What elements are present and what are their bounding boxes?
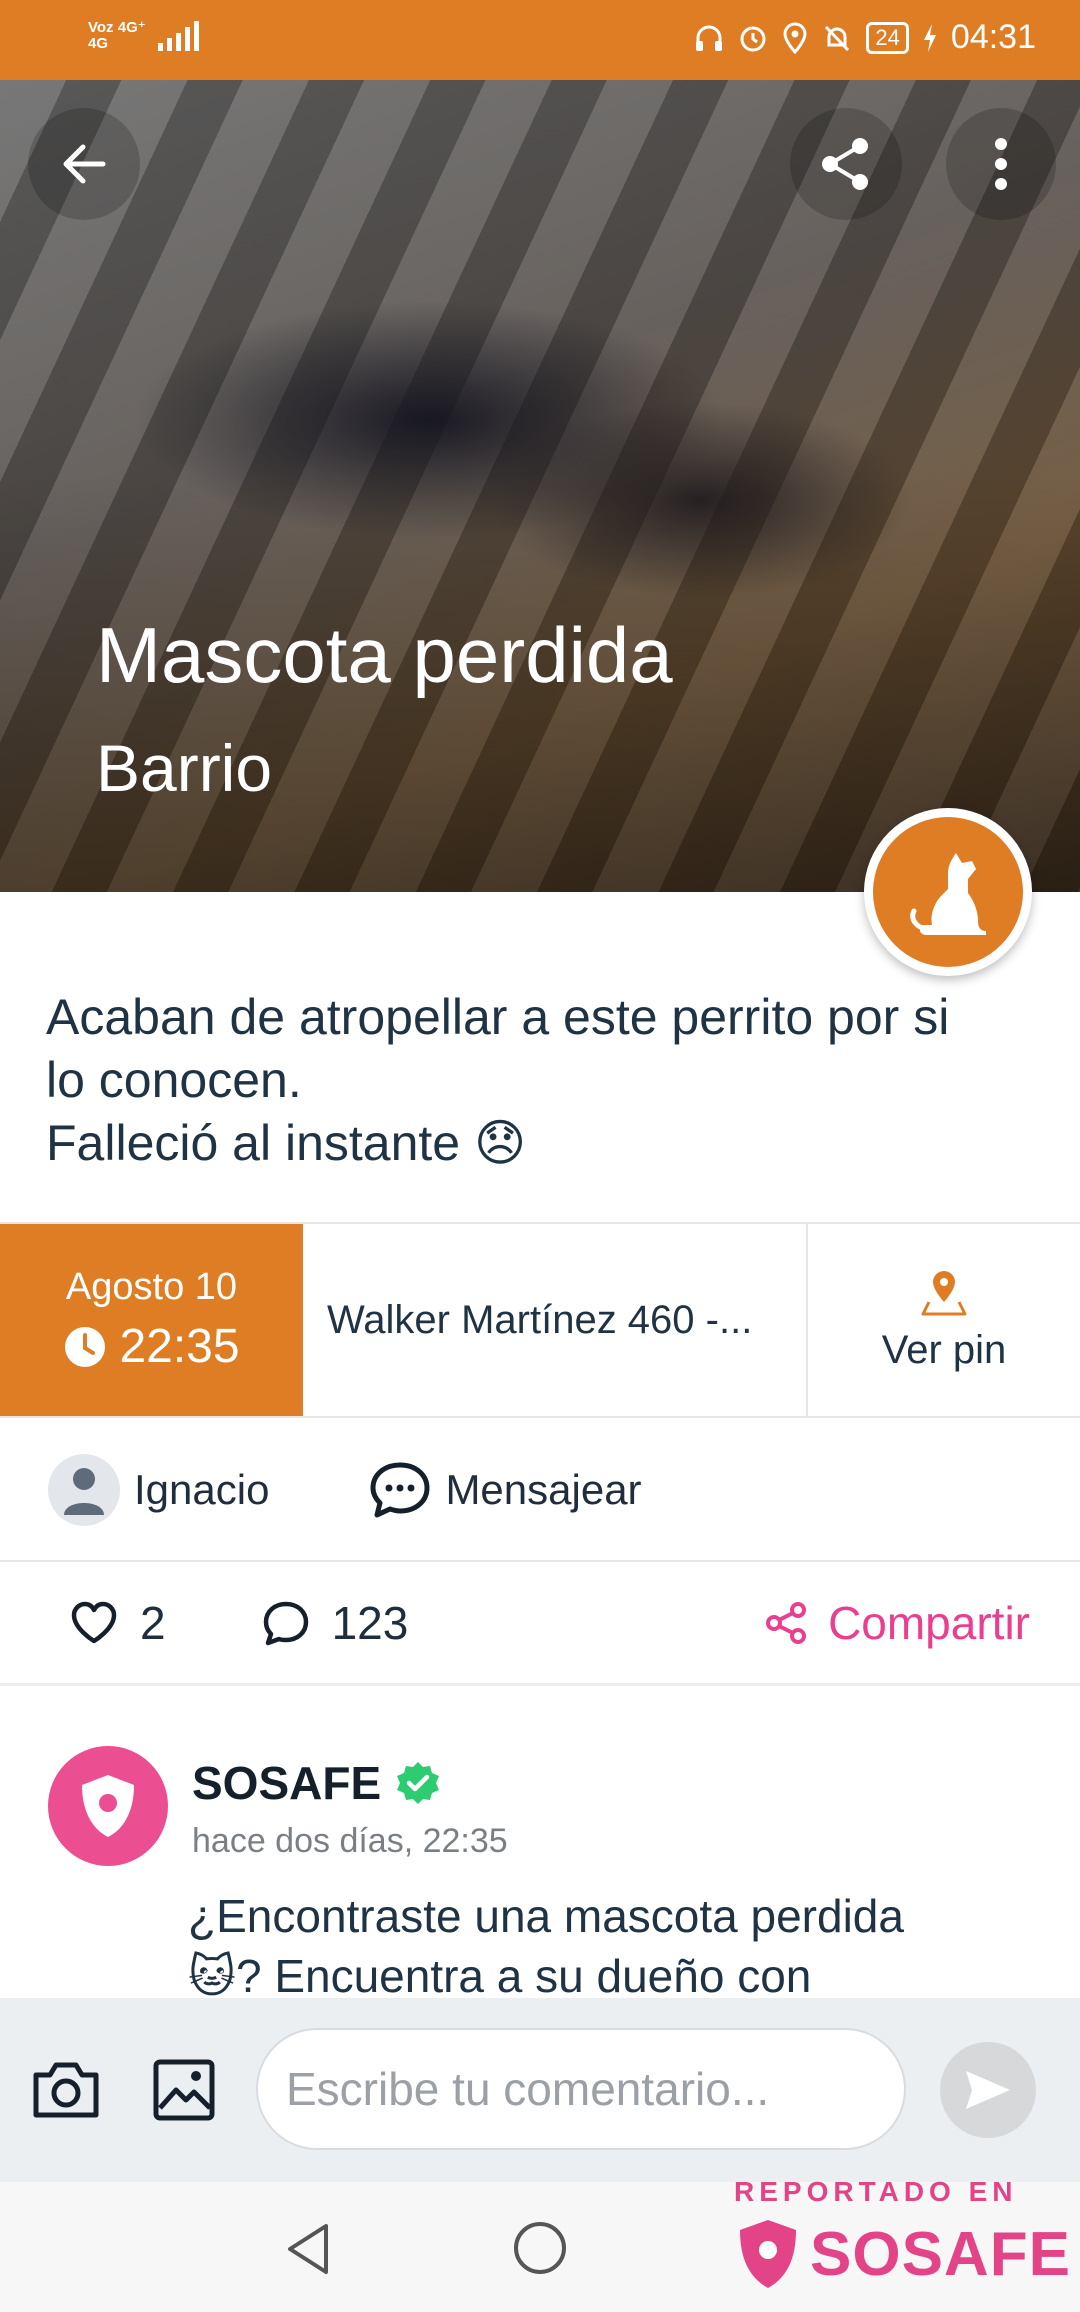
comment-author: SOSAFE — [192, 1756, 441, 1810]
share-label: Compartir — [828, 1596, 1030, 1649]
author-avatar[interactable] — [48, 1454, 120, 1526]
heart-icon — [71, 1601, 117, 1643]
description-line: Acaban de atropellar a este perrito por … — [46, 989, 950, 1045]
sosafe-shield-icon — [82, 1775, 134, 1837]
share-icon — [766, 1601, 807, 1644]
map-pin-icon — [921, 1270, 967, 1315]
comment-count: 123 — [331, 1596, 409, 1649]
comment-input[interactable] — [256, 2028, 906, 2150]
network-label-top: Voz 4G⁺ — [88, 19, 146, 36]
author-name[interactable]: Ignacio — [134, 1466, 269, 1514]
post-info-row: Agosto 10 22:35 Walker Martínez 460 -...… — [0, 1222, 1080, 1418]
comments-button[interactable]: 123 — [262, 1596, 409, 1650]
gallery-button[interactable] — [146, 2052, 222, 2128]
chat-bubble-icon — [370, 1462, 430, 1518]
post-datetime: Agosto 10 22:35 — [0, 1224, 303, 1416]
post-hero-image: Mascota perdida Barrio — [0, 80, 1080, 892]
battery-indicator: 24 — [866, 21, 909, 54]
sosafe-shield-icon — [740, 2220, 796, 2288]
post-description: Acaban de atropellar a este perrito por … — [46, 986, 1036, 1175]
camera-icon — [33, 2062, 99, 2118]
message-label: Mensajear — [445, 1466, 642, 1513]
nav-home-icon[interactable] — [514, 2222, 566, 2274]
clock: 04:31 — [950, 18, 1036, 56]
signal-icon — [157, 21, 199, 51]
share-icon — [822, 138, 868, 190]
post-address[interactable]: Walker Martínez 460 -... — [303, 1224, 808, 1416]
description-line: Falleció al instante 😞 — [46, 1115, 527, 1171]
post-date: Agosto 10 — [65, 1266, 238, 1308]
post-stats-row: 2 123 Compartir — [0, 1562, 1080, 1686]
verified-badge-icon — [397, 1762, 440, 1804]
nav-back-icon[interactable] — [284, 2222, 334, 2276]
mute-bell-icon — [825, 25, 850, 51]
post-location-subtitle: Barrio — [96, 731, 273, 805]
comment-icon — [263, 1601, 308, 1645]
like-count: 2 — [140, 1596, 166, 1649]
more-vertical-icon — [995, 138, 1007, 190]
user-icon — [64, 1468, 104, 1515]
network-indicator: Voz 4G⁺ 4G — [88, 20, 200, 52]
comment-author-name[interactable]: SOSAFE — [192, 1756, 381, 1810]
comment-input-bar — [0, 1998, 1080, 2182]
dog-icon — [910, 853, 986, 935]
post-category-title: Mascota perdida — [96, 611, 673, 699]
comment-author-avatar[interactable] — [48, 1746, 168, 1866]
comment-text: ¿Encontraste una mascota perdida 🐱? Encu… — [188, 1886, 1028, 1998]
comment-text-line: ¿Encontraste una mascota perdida — [188, 1890, 904, 1942]
status-bar: Voz 4G⁺ 4G 24 04:31 — [0, 0, 1080, 80]
back-arrow-icon — [63, 144, 106, 184]
more-options-button[interactable] — [946, 108, 1056, 220]
pet-category-badge — [864, 808, 1032, 976]
message-button[interactable]: Mensajear — [369, 1461, 642, 1519]
share-button[interactable]: Compartir — [764, 1596, 1030, 1650]
like-button[interactable]: 2 — [70, 1596, 166, 1650]
headphones-icon — [696, 25, 723, 51]
clock-icon — [65, 1326, 106, 1367]
share-top-button[interactable] — [790, 108, 902, 220]
location-icon — [783, 22, 807, 54]
send-icon — [966, 2071, 1010, 2109]
description-line: lo conocen. — [46, 1052, 302, 1108]
network-label-bottom: 4G — [88, 35, 109, 52]
sosafe-wordmark: SOSAFE — [810, 2219, 1071, 2289]
back-button[interactable] — [28, 108, 140, 220]
comment-time: hace dos días, 22:35 — [192, 1822, 508, 1860]
charging-icon — [923, 23, 936, 52]
sosafe-watermark: REPORTADO EN SOSAFE — [734, 2176, 1070, 2306]
watermark-caption: REPORTADO EN — [734, 2176, 1018, 2207]
post-author-row: Ignacio Mensajear — [0, 1420, 1080, 1562]
send-button[interactable] — [940, 2042, 1036, 2138]
view-pin-button[interactable]: Ver pin — [808, 1224, 1080, 1416]
alarm-icon — [740, 26, 766, 51]
image-icon — [153, 2059, 215, 2121]
post-time: 22:35 — [119, 1320, 240, 1373]
comment-text-line: 🐱? Encuentra a su dueño con — [188, 1950, 812, 1998]
comment-item: SOSAFE hace dos días, 22:35 ¿Encontraste… — [0, 1686, 1080, 1998]
sosafe-logo: SOSAFE — [734, 2216, 1071, 2292]
view-pin-label: Ver pin — [881, 1327, 1007, 1372]
camera-button[interactable] — [28, 2052, 104, 2128]
